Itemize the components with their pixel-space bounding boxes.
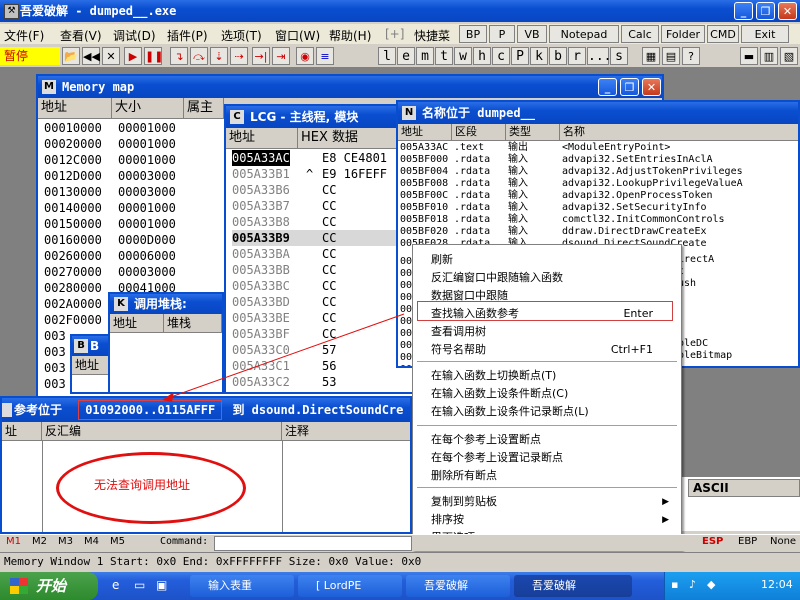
context-menu-item-5[interactable]: 符号名帮助 Ctrl+F1 (431, 341, 663, 359)
context-menu-item-9[interactable]: 在每个参考上设置断点 (431, 431, 663, 449)
context-menu-item-1[interactable]: 反汇编窗口中跟随输入函数 (431, 269, 663, 287)
tab-m5[interactable]: M5 (110, 536, 125, 547)
context-menu-label: 复制到剪贴板 (431, 495, 497, 508)
tray-shield-icon[interactable]: ◆ (707, 578, 715, 591)
submenu-arrow-icon: ▶ (662, 497, 669, 507)
quicklaunch-desktop-icon[interactable]: ▭ (134, 578, 145, 592)
context-menu-label: 排序按 (431, 513, 464, 526)
context-menu-shortcut: Ctrl+F1 (610, 343, 653, 356)
context-menu-item-8[interactable]: 在输入函数上设条件记录断点(L) (431, 403, 663, 421)
submenu-arrow-icon: ▶ (662, 515, 669, 525)
tab-m2[interactable]: M2 (32, 536, 47, 547)
task-52pojie-1[interactable]: 吾爱破解 (406, 575, 510, 597)
task-import-rebuild[interactable]: 输入表重 (190, 575, 294, 597)
tab-m1[interactable]: M1 (6, 536, 21, 547)
context-menu-label: 查看调用树 (431, 325, 486, 338)
context-menu-item-12[interactable]: 复制到剪贴板 ▶ (431, 493, 669, 511)
context-menu-label: 在每个参考上设置记录断点 (431, 451, 563, 464)
command-input[interactable] (214, 536, 412, 551)
reg-esp[interactable]: ESP (702, 536, 723, 547)
quicklaunch-explorer-icon[interactable]: ▣ (156, 578, 167, 592)
context-menu-label: 反汇编窗口中跟随输入函数 (431, 271, 563, 284)
context-menu-item-0[interactable]: 刷新 (431, 251, 663, 269)
context-menu-label: 符号名帮助 (431, 343, 486, 356)
tray-network-icon[interactable]: ▪ (671, 578, 678, 591)
command-bar: M1 M2 M3 M4 M5 Command: ESP EBP None (0, 534, 800, 551)
menu-separator (417, 361, 677, 362)
context-menu-label: 刷新 (431, 253, 453, 266)
clock: 12:04 (761, 578, 793, 591)
windows-logo-icon (10, 578, 28, 594)
context-menu-label: 在输入函数上设条件记录断点(L) (431, 405, 589, 418)
task-52pojie-2-active[interactable]: 吾爱破解 (514, 575, 632, 597)
context-menu-item-7[interactable]: 在输入函数上设条件断点(C) (431, 385, 663, 403)
task-lordpe[interactable]: [ LordPE (298, 575, 402, 597)
quicklaunch-ie-icon[interactable]: e (112, 578, 119, 592)
context-menu: 刷新 反汇编窗口中跟随输入函数 数据窗口中跟随 查找输入函数参考 Enter 查看调用树符… (412, 244, 682, 550)
command-label: Command: (160, 536, 209, 547)
menu-highlight-box (417, 301, 673, 321)
context-menu-label: 在输入函数上切换断点(T) (431, 369, 557, 382)
menu-separator (417, 425, 677, 426)
context-menu-item-10[interactable]: 在每个参考上设置记录断点 (431, 449, 663, 467)
context-menu-label: 在每个参考上设置断点 (431, 433, 541, 446)
menu-separator (417, 487, 677, 488)
tray-volume-icon[interactable]: ♪ (689, 578, 696, 591)
context-menu-label: 在输入函数上设条件断点(C) (431, 387, 569, 400)
context-menu-label: 删除所有断点 (431, 469, 497, 482)
reg-ebp[interactable]: EBP (738, 536, 757, 547)
system-tray: 12:04 ▪ ♪ ◆ (664, 572, 800, 600)
context-menu-item-11[interactable]: 删除所有断点 (431, 467, 663, 485)
status-bar: Memory Window 1 Start: 0x0 End: 0xFFFFFF… (0, 552, 800, 571)
tab-m4[interactable]: M4 (84, 536, 99, 547)
reg-none[interactable]: None (770, 536, 796, 547)
context-menu-item-4[interactable]: 查看调用树 (431, 323, 663, 341)
tab-m3[interactable]: M3 (58, 536, 73, 547)
context-menu-item-6[interactable]: 在输入函数上切换断点(T) (431, 367, 663, 385)
context-menu-item-13[interactable]: 排序按 ▶ (431, 511, 669, 529)
